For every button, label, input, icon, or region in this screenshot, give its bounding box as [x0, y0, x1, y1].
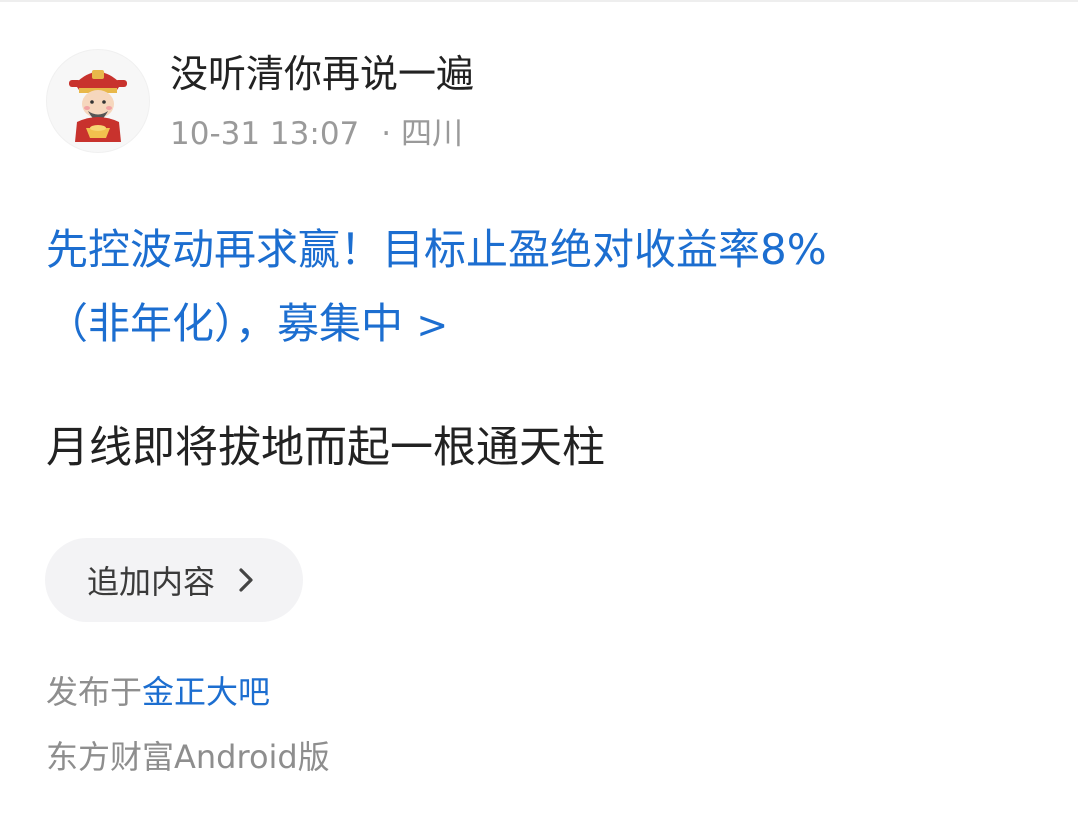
add-content-label: 追加内容 [87, 563, 216, 601]
post-time: 10-31 13:07 [170, 116, 360, 152]
promo-chevron-icon: > [416, 303, 449, 347]
author-name[interactable]: 没听清你再说一遍 [170, 50, 474, 98]
promo-link[interactable]: 先控波动再求赢！目标止盈绝对收益率8% （非年化），募集中 > [46, 213, 1036, 362]
top-divider [0, 0, 1078, 2]
post-meta: 10-31 13:07 · 四川 [170, 114, 463, 154]
post-body-text: 月线即将拔地而起一根通天柱 [46, 423, 605, 473]
chevron-right-icon [239, 568, 253, 592]
caishen-avatar-icon [69, 70, 127, 142]
published-in: 发布于金正大吧 [46, 668, 270, 716]
promo-line-1: 先控波动再求赢！目标止盈绝对收益率8% [46, 225, 827, 274]
bar-link[interactable]: 金正大吧 [142, 673, 270, 711]
published-prefix: 发布于 [46, 673, 143, 711]
author-avatar[interactable] [46, 49, 150, 153]
post-page: 没听清你再说一遍 10-31 13:07 · 四川 先控波动再求赢！目标止盈绝对收… [0, 0, 1078, 819]
promo-line-2: （非年化），募集中 [46, 299, 404, 348]
add-content-button[interactable]: 追加内容 [45, 538, 303, 622]
platform-source: 东方财富Android版 [46, 738, 330, 776]
post-location: · 四川 [381, 116, 463, 152]
